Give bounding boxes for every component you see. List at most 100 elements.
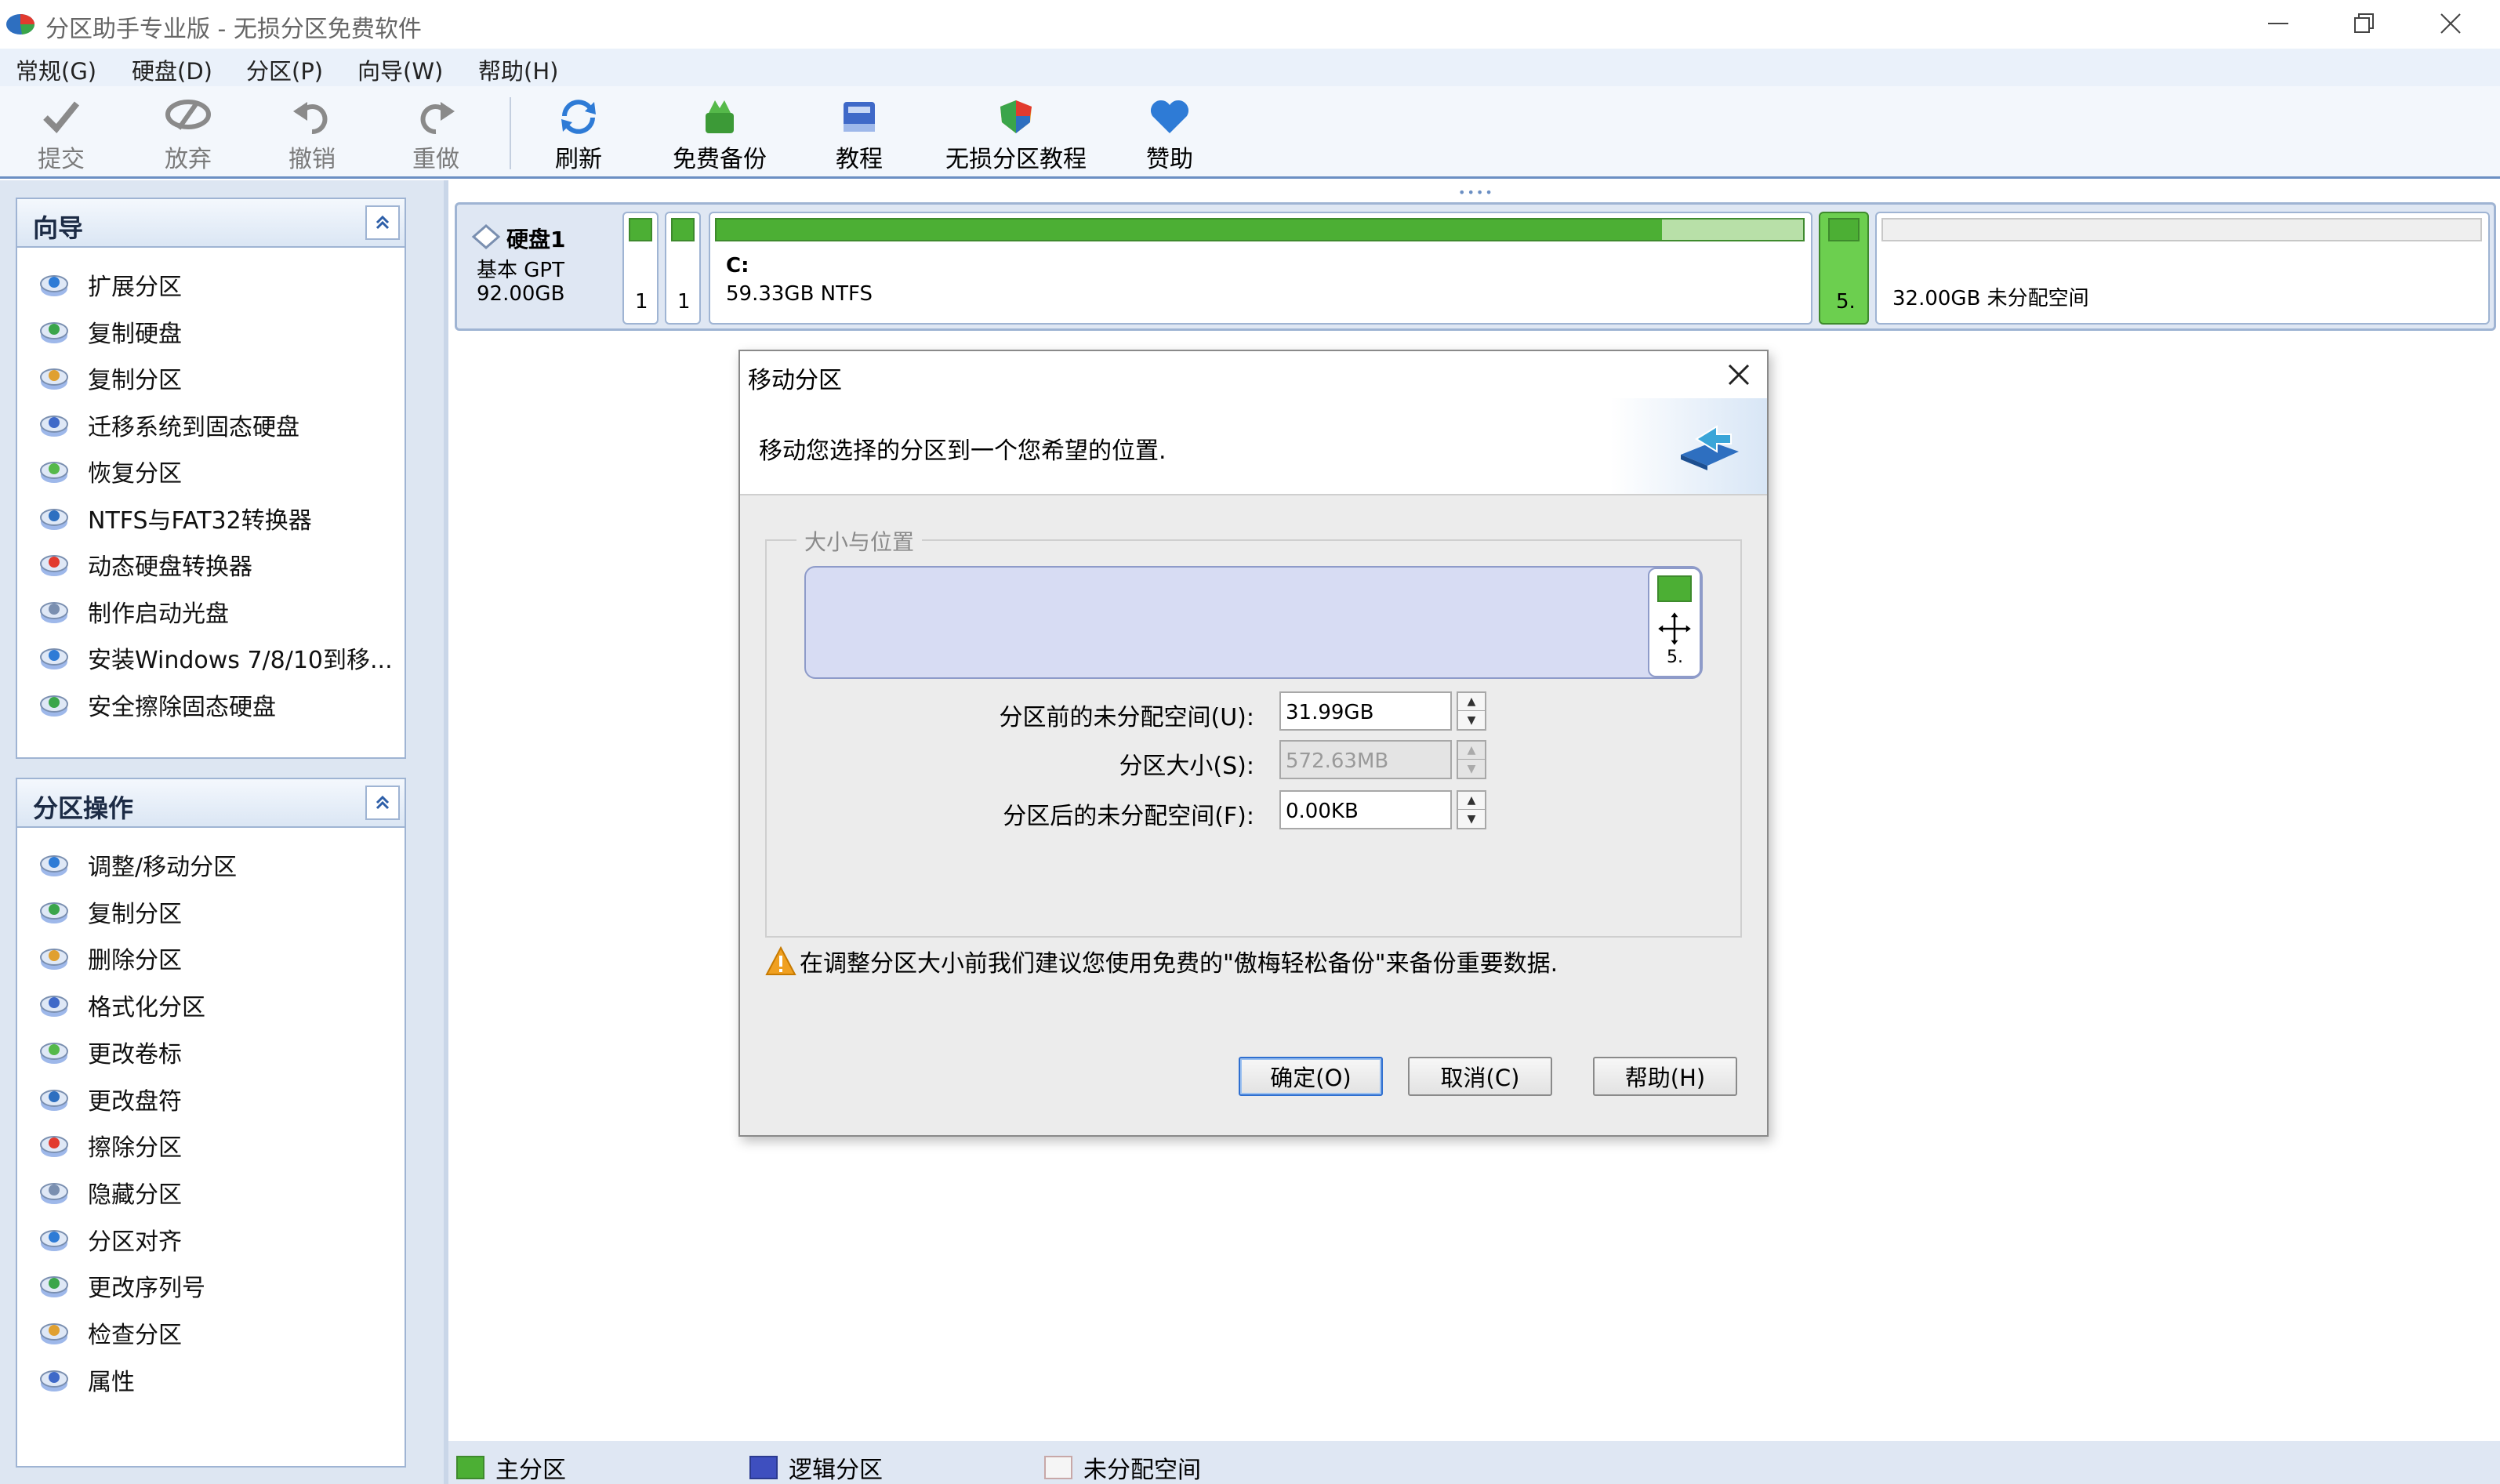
disk-info[interactable]: 硬盘1 基本 GPT 92.00GB — [467, 213, 616, 323]
undo-label: 撤销 — [288, 146, 336, 173]
after-unallocated-row: 分区后的未分配空间(F): 0.00KB ▲ ▼ — [767, 790, 1740, 831]
unallocated-space[interactable]: 32.00GB 未分配空间 — [1875, 212, 2490, 325]
title-bar: 分区助手专业版 - 无损分区免费软件 — [0, 0, 2500, 49]
dialog-header: 移动您选择的分区到一个您希望的位置. — [740, 398, 1767, 495]
hide-partition-icon — [40, 1182, 68, 1204]
panel-item[interactable]: 安装Windows 7/8/10到移... — [38, 638, 393, 677]
move-partition-dialog: 移动分区 移动您选择的分区到一个您希望的位置. 大小与位置 5. 分区前的未分配… — [738, 350, 1769, 1137]
menu-disk[interactable]: 硬盘(D) — [132, 53, 212, 86]
redo-button[interactable]: 重做 — [412, 97, 459, 176]
before-unallocated-input[interactable]: 31.99GB — [1279, 691, 1452, 731]
panel-item-label: 擦除分区 — [88, 1134, 182, 1163]
donate-button[interactable]: 赞助 — [1146, 97, 1193, 176]
panel-item-label: 格式化分区 — [88, 994, 205, 1022]
size-position-group: 大小与位置 5. 分区前的未分配空间(U): 31.99GB ▲ ▼ 分区大小(… — [765, 525, 1742, 938]
lossless-tutorial-button[interactable]: 无损分区教程 — [945, 97, 1087, 176]
menu-partition[interactable]: 分区(P) — [246, 53, 323, 86]
backup-button[interactable]: 免费备份 — [673, 97, 767, 176]
panel-item[interactable]: 删除分区 — [38, 938, 182, 978]
panel-item[interactable]: 复制分区 — [38, 892, 182, 931]
panel-item[interactable]: 安全擦除固态硬盘 — [38, 685, 276, 724]
panel-item[interactable]: 动态硬盘转换器 — [38, 545, 252, 584]
partition-5-selected[interactable]: 5. — [1819, 212, 1869, 325]
minimize-button[interactable] — [2234, 0, 2322, 47]
panel-item[interactable]: 复制硬盘 — [38, 312, 182, 351]
commit-button[interactable]: 提交 — [38, 97, 85, 176]
ok-button[interactable]: 确定(O) — [1239, 1057, 1383, 1096]
panel-item[interactable]: 擦除分区 — [38, 1126, 182, 1165]
change-letter-icon — [40, 1089, 68, 1111]
menu-wizard[interactable]: 向导(W) — [357, 53, 443, 86]
refresh-button[interactable]: 刷新 — [555, 97, 602, 176]
close-icon — [2440, 13, 2461, 34]
panel-item[interactable]: 恢复分区 — [38, 452, 182, 491]
panel-item[interactable]: 更改序列号 — [38, 1266, 205, 1305]
panel-item-label: 属性 — [88, 1368, 135, 1396]
dialog-close-icon[interactable] — [1725, 361, 1753, 389]
menu-bar: 常规(G) 硬盘(D) 分区(P) 向导(W) 帮助(H) — [0, 49, 2500, 86]
partition-size-label: 分区大小(S): — [1119, 753, 1254, 780]
partition-position-map[interactable]: 5. — [804, 566, 1703, 679]
spinner-down-icon[interactable]: ▼ — [1458, 810, 1485, 828]
partition-2[interactable]: 1 — [665, 212, 701, 325]
partition-size-row: 分区大小(S): 572.63MB ▲ ▼ — [767, 740, 1740, 781]
panel-item[interactable]: 调整/移动分区 — [38, 845, 237, 884]
panel-item-label: 隐藏分区 — [88, 1181, 182, 1209]
legend-logical-swatch — [749, 1456, 778, 1479]
draggable-partition[interactable]: 5. — [1648, 568, 1701, 677]
change-serial-icon — [40, 1276, 68, 1298]
spinner-down-icon[interactable]: ▼ — [1458, 711, 1485, 729]
properties-icon — [40, 1370, 68, 1391]
before-unallocated-spinner[interactable]: ▲ ▼ — [1457, 691, 1486, 731]
panel-item[interactable]: 属性 — [38, 1360, 135, 1399]
panel-item[interactable]: 分区对齐 — [38, 1220, 182, 1259]
panel-item[interactable]: 迁移系统到固态硬盘 — [38, 405, 299, 444]
menu-general[interactable]: 常规(G) — [16, 53, 96, 86]
wizard-collapse-button[interactable] — [365, 205, 400, 240]
panel-item[interactable]: NTFS与FAT32转换器 — [38, 499, 312, 538]
partition-collapse-button[interactable] — [365, 786, 400, 820]
tutorial-button[interactable]: 教程 — [836, 97, 883, 176]
cancel-button[interactable]: 取消(C) — [1408, 1057, 1552, 1096]
dialog-title: 移动分区 — [748, 367, 842, 394]
after-unallocated-spinner[interactable]: ▲ ▼ — [1457, 790, 1486, 829]
help-button[interactable]: 帮助(H) — [1593, 1057, 1737, 1096]
chevron-up-icon — [376, 215, 390, 230]
partition-1[interactable]: 1 — [622, 212, 659, 325]
tutorial-label: 教程 — [836, 146, 883, 173]
restore-button[interactable] — [2320, 0, 2408, 47]
before-unallocated-label: 分区前的未分配空间(U): — [999, 704, 1254, 731]
after-unallocated-input[interactable]: 0.00KB — [1279, 790, 1452, 829]
partition-c-info: 59.33GB NTFS — [726, 282, 873, 306]
legend-logical: 逻辑分区 — [749, 1450, 883, 1484]
panel-item[interactable]: 检查分区 — [38, 1313, 182, 1352]
partition-c[interactable]: C: 59.33GB NTFS — [709, 212, 1812, 325]
panel-item[interactable]: 隐藏分区 — [38, 1173, 182, 1212]
panel-item-label: 迁移系统到固态硬盘 — [88, 413, 299, 441]
spinner-up-icon[interactable]: ▲ — [1458, 693, 1485, 711]
panel-item[interactable]: 制作启动光盘 — [38, 592, 229, 631]
legend: 主分区 逻辑分区 未分配空间 — [448, 1441, 2500, 1484]
panel-item[interactable]: 更改盘符 — [38, 1079, 182, 1119]
discard-label: 放弃 — [165, 146, 212, 173]
shield-icon — [1000, 100, 1032, 133]
discard-button[interactable]: 放弃 — [165, 97, 212, 176]
undo-button[interactable]: 撤销 — [288, 97, 336, 176]
partition-c-letter: C: — [726, 254, 749, 278]
recover-partition-icon — [40, 462, 68, 483]
panel-item[interactable]: 更改卷标 — [38, 1032, 182, 1072]
panel-item[interactable]: 格式化分区 — [38, 985, 205, 1025]
panel-item[interactable]: 扩展分区 — [38, 265, 182, 304]
menu-help[interactable]: 帮助(H) — [478, 53, 558, 86]
warning-icon — [765, 946, 796, 975]
dialog-title-bar: 移动分区 — [740, 351, 1767, 398]
donate-label: 赞助 — [1146, 146, 1193, 173]
before-unallocated-row: 分区前的未分配空间(U): 31.99GB ▲ ▼ — [767, 691, 1740, 732]
panel-item[interactable]: 复制分区 — [38, 358, 182, 397]
spinner-up-icon[interactable]: ▲ — [1458, 792, 1485, 810]
move-cursor-icon — [1656, 610, 1693, 648]
partition-2-label: 1 — [677, 290, 691, 314]
panel-item-label: 删除分区 — [88, 947, 182, 975]
close-button[interactable] — [2407, 0, 2495, 47]
change-label-icon — [40, 1042, 68, 1064]
